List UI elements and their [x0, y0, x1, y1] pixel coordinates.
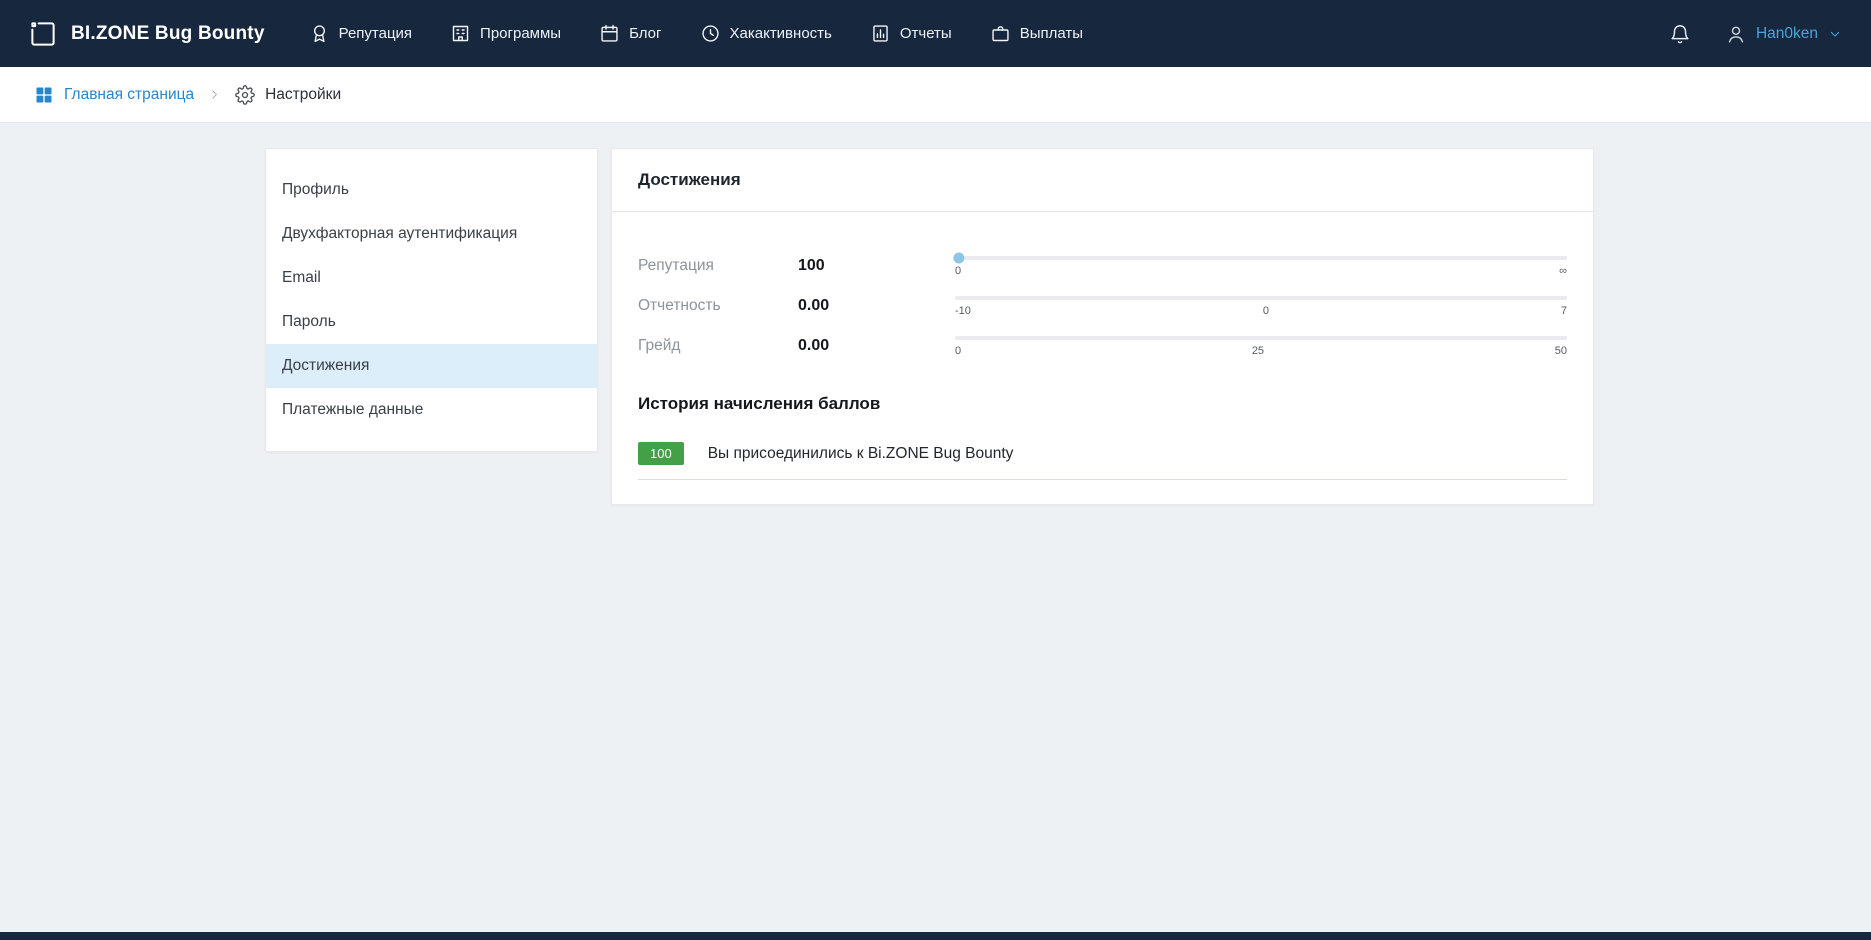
breadcrumb-current: Настройки	[235, 85, 341, 105]
metric-label: Отчетность	[638, 297, 798, 315]
metric-value: 0.00	[798, 297, 955, 315]
grade-gauge: 0 25 50	[955, 336, 1567, 357]
reporting-gauge: -10 0 7	[955, 296, 1567, 317]
metric-value: 0.00	[798, 337, 955, 355]
nav-item-label: Отчеты	[900, 25, 952, 42]
user-icon	[1725, 23, 1747, 45]
menu-item-profile[interactable]: Профиль	[266, 168, 597, 212]
tick-mid: 25	[1252, 345, 1264, 357]
nav-item-label: Репутация	[339, 25, 412, 42]
nav-item-hackactivity[interactable]: Хакактивность	[700, 23, 832, 44]
notifications-bell-icon[interactable]	[1669, 23, 1691, 45]
main-nav: Репутация Программы Блог Хакактивность О…	[309, 23, 1083, 44]
panel-title: Достижения	[612, 149, 1593, 212]
tick-max: 50	[1555, 345, 1567, 357]
gauge-marker	[953, 252, 964, 263]
metric-label: Грейд	[638, 337, 798, 355]
breadcrumb-home-label: Главная страница	[64, 86, 194, 104]
nav-item-label: Хакактивность	[730, 25, 832, 42]
metrics-list: Репутация 100 0 ∞ Отчетность 0.00	[612, 212, 1593, 366]
points-history: История начисления баллов 100 Вы присоед…	[612, 366, 1593, 480]
nav-item-reputation[interactable]: Репутация	[309, 23, 412, 44]
calendar-icon	[599, 23, 620, 44]
menu-item-two-factor[interactable]: Двухфакторная аутентификация	[266, 212, 597, 256]
tick-max: 7	[1561, 305, 1567, 317]
gauge-ticks: 0 25 50	[955, 345, 1567, 357]
clock-icon	[700, 23, 721, 44]
breadcrumb: Главная страница Настройки	[0, 67, 1871, 123]
navbar-right: Han0ken	[1669, 23, 1843, 45]
metric-value: 100	[798, 257, 955, 275]
menu-item-achievements[interactable]: Достижения	[266, 344, 597, 388]
menu-item-payment-details[interactable]: Платежные данные	[266, 388, 597, 432]
report-chart-icon	[870, 23, 891, 44]
gauge-track	[955, 336, 1567, 340]
home-grid-icon	[34, 85, 54, 105]
settings-menu: Профиль Двухфакторная аутентификация Ema…	[265, 148, 598, 452]
nav-item-label: Выплаты	[1020, 25, 1083, 42]
breadcrumb-home-link[interactable]: Главная страница	[34, 85, 194, 105]
briefcase-icon	[990, 23, 1011, 44]
gear-icon	[235, 85, 255, 105]
brand[interactable]: BI.ZONE Bug Bounty	[28, 19, 265, 49]
nav-item-reports[interactable]: Отчеты	[870, 23, 952, 44]
chevron-down-icon	[1827, 26, 1843, 42]
chevron-right-icon	[208, 88, 221, 101]
brand-title: BI.ZONE Bug Bounty	[71, 23, 265, 45]
history-item-text: Вы присоединились к Bi.ZONE Bug Bounty	[708, 445, 1014, 463]
gauge-ticks: -10 0 7	[955, 305, 1567, 317]
tick-max: ∞	[1559, 265, 1567, 277]
menu-item-email[interactable]: Email	[266, 256, 597, 300]
medal-icon	[309, 23, 330, 44]
history-item: 100 Вы присоединились к Bi.ZONE Bug Boun…	[638, 442, 1567, 480]
main-content: Профиль Двухфакторная аутентификация Ema…	[0, 123, 1871, 932]
user-menu[interactable]: Han0ken	[1725, 23, 1843, 45]
menu-item-password[interactable]: Пароль	[266, 300, 597, 344]
metric-row-reporting: Отчетность 0.00 -10 0 7	[638, 286, 1567, 326]
breadcrumb-current-label: Настройки	[265, 86, 341, 104]
gauge-ticks: 0 ∞	[955, 265, 1567, 277]
tick-mid: 0	[1263, 305, 1269, 317]
nav-item-payouts[interactable]: Выплаты	[990, 23, 1083, 44]
nav-item-label: Программы	[480, 25, 561, 42]
tick-min: -10	[955, 305, 971, 317]
points-history-title: История начисления баллов	[638, 394, 1567, 414]
nav-item-programs[interactable]: Программы	[450, 23, 561, 44]
achievements-panel: Достижения Репутация 100 0 ∞ Отчетность	[611, 148, 1594, 505]
gauge-track	[955, 296, 1567, 300]
nav-item-blog[interactable]: Блог	[599, 23, 661, 44]
building-icon	[450, 23, 471, 44]
reputation-gauge: 0 ∞	[955, 256, 1567, 277]
tick-min: 0	[955, 265, 961, 277]
points-badge: 100	[638, 442, 684, 465]
nav-item-label: Блог	[629, 25, 661, 42]
bizone-logo-icon	[28, 19, 58, 49]
username: Han0ken	[1756, 25, 1818, 43]
footer-strip	[0, 932, 1871, 940]
metric-row-reputation: Репутация 100 0 ∞	[638, 246, 1567, 286]
tick-min: 0	[955, 345, 961, 357]
metric-label: Репутация	[638, 257, 798, 275]
gauge-track	[955, 256, 1567, 260]
metric-row-grade: Грейд 0.00 0 25 50	[638, 326, 1567, 366]
top-navbar: BI.ZONE Bug Bounty Репутация Программы Б…	[0, 0, 1871, 67]
